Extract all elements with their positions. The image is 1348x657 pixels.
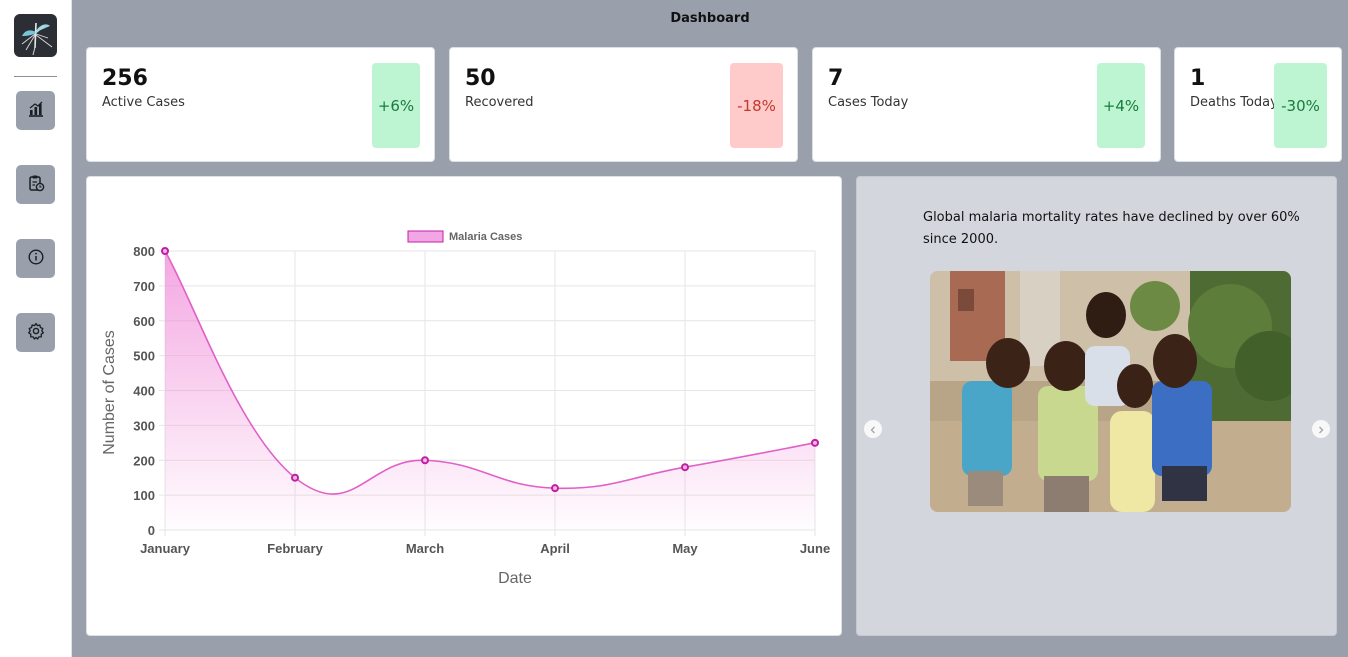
fact-text: Global malaria mortality rates have decl… [923,210,1300,247]
data-point[interactable] [421,456,429,465]
data-point[interactable] [681,463,689,472]
stat-value: 50 [465,66,496,91]
y-tick-label: 500 [133,349,155,364]
bar-chart-icon [27,100,45,122]
stat-label: Deaths Today [1190,95,1278,110]
stat-change-badge: +4% [1097,63,1145,148]
x-tick-label: January [140,541,191,556]
y-axis-title: Number of Cases [101,330,118,455]
chevron-left-icon [868,420,878,439]
stat-card-recovered: 50 Recovered -18% [449,47,798,162]
sidebar-item-reports[interactable] [16,165,55,204]
legend-swatch [407,230,444,243]
clipboard-clock-icon [27,174,45,196]
sidebar-item-info[interactable] [16,239,55,278]
x-tick-label: March [406,541,444,556]
cases-chart-card: 0 100 200 300 400 500 600 700 800 January February… [86,176,842,636]
x-axis-title: Date [498,570,532,587]
stat-label: Active Cases [102,95,185,110]
sidebar-divider [14,76,57,77]
data-point[interactable] [161,247,169,255]
sidebar-item-settings[interactable] [16,313,55,352]
stat-value: 1 [1190,66,1206,91]
y-tick-label: 800 [133,244,155,259]
x-tick-label: June [800,541,830,556]
y-tick-label: 100 [133,488,155,503]
chevron-right-icon [1316,420,1326,439]
y-tick-label: 300 [133,418,155,433]
y-tick-label: 700 [133,279,155,294]
y-tick-label: 0 [148,523,155,538]
stat-value: 256 [102,66,148,91]
y-tick-label: 400 [133,384,155,399]
x-tick-label: February [267,541,323,556]
legend-label[interactable]: Malaria Cases [449,231,522,243]
stat-change-badge: +6% [372,63,420,148]
sidebar [0,0,72,657]
carousel-next-button[interactable] [1312,420,1330,438]
data-point[interactable] [291,473,299,482]
stat-change-badge: -18% [730,63,783,148]
stat-card-active-cases: 256 Active Cases +6% [86,47,435,162]
gear-icon [27,322,45,344]
x-tick-label: April [540,541,570,556]
page-title: Dashboard [670,11,750,26]
stat-label: Recovered [465,95,534,110]
stat-label: Cases Today [828,95,909,110]
carousel-prev-button[interactable] [864,420,882,438]
mosquito-logo[interactable] [14,14,57,57]
sidebar-item-analytics[interactable] [16,91,55,130]
cases-line-chart: 0 100 200 300 400 500 600 700 800 January February… [101,230,830,587]
children-photo [930,271,1291,512]
stat-card-deaths-today: 1 Deaths Today -30% [1174,47,1342,162]
malaria-facts-carousel: Global malaria mortality rates have decl… [856,176,1337,636]
y-tick-label: 600 [133,314,155,329]
stat-card-cases-today: 7 Cases Today +4% [812,47,1161,162]
x-tick-label: May [672,541,698,556]
stat-change-badge: -30% [1274,63,1327,148]
data-point[interactable] [811,438,819,447]
stat-value: 7 [828,66,844,91]
data-point[interactable] [551,484,559,493]
y-tick-label: 200 [133,453,155,468]
info-icon [27,248,45,270]
